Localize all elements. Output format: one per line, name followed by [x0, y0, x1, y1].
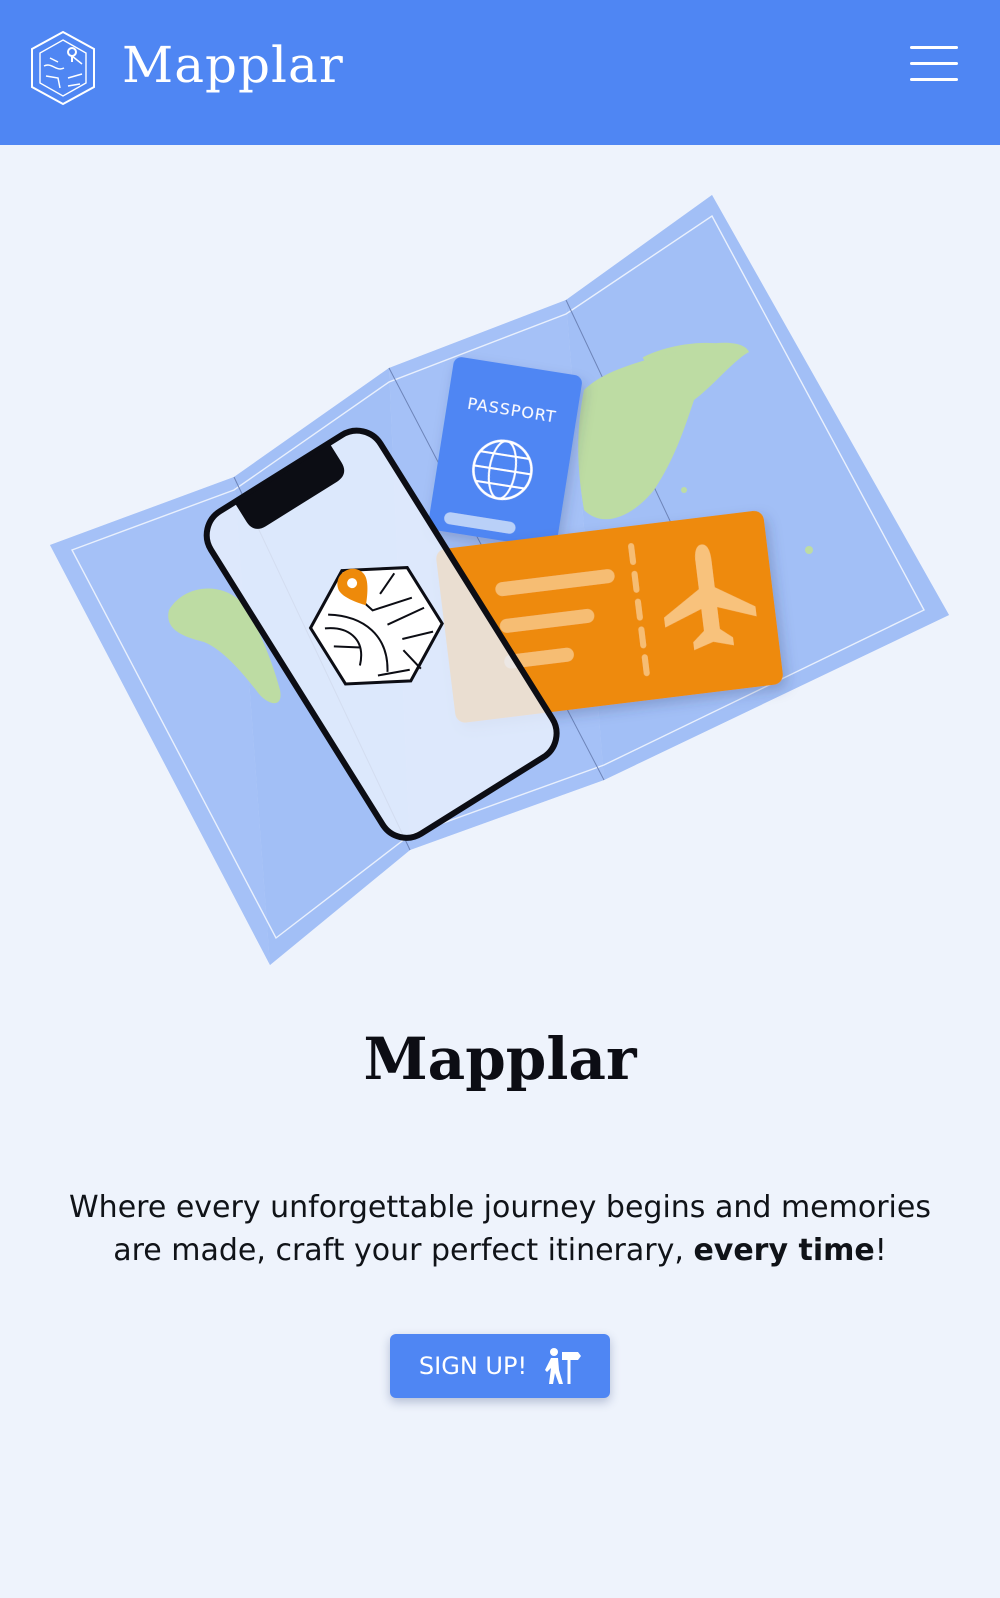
hero-title: Mapplar [363, 1025, 637, 1093]
hero-tagline: Where every unforgettable journey begins… [60, 1186, 940, 1272]
signup-button[interactable]: SIGN UP! [390, 1334, 610, 1398]
top-navbar: Mapplar [0, 0, 1000, 145]
hamburger-menu-icon-bar [910, 62, 958, 65]
hero-illustration: PASSPORT [50, 195, 949, 965]
tagline-emphasis: every time [693, 1233, 875, 1268]
signup-button-label: SIGN UP! [418, 1352, 528, 1380]
hamburger-menu-button[interactable] [910, 46, 960, 82]
hiker-signpost-icon [545, 1348, 582, 1384]
brand-name: Mapplar [122, 36, 344, 94]
map-hexagon-logo-icon [31, 30, 95, 106]
hamburger-menu-icon-bar [910, 78, 958, 81]
hamburger-menu-icon-bar [910, 46, 958, 49]
tagline-end: ! [874, 1233, 887, 1268]
brand[interactable]: Mapplar [28, 28, 344, 108]
passport-icon: PASSPORT [428, 357, 582, 549]
